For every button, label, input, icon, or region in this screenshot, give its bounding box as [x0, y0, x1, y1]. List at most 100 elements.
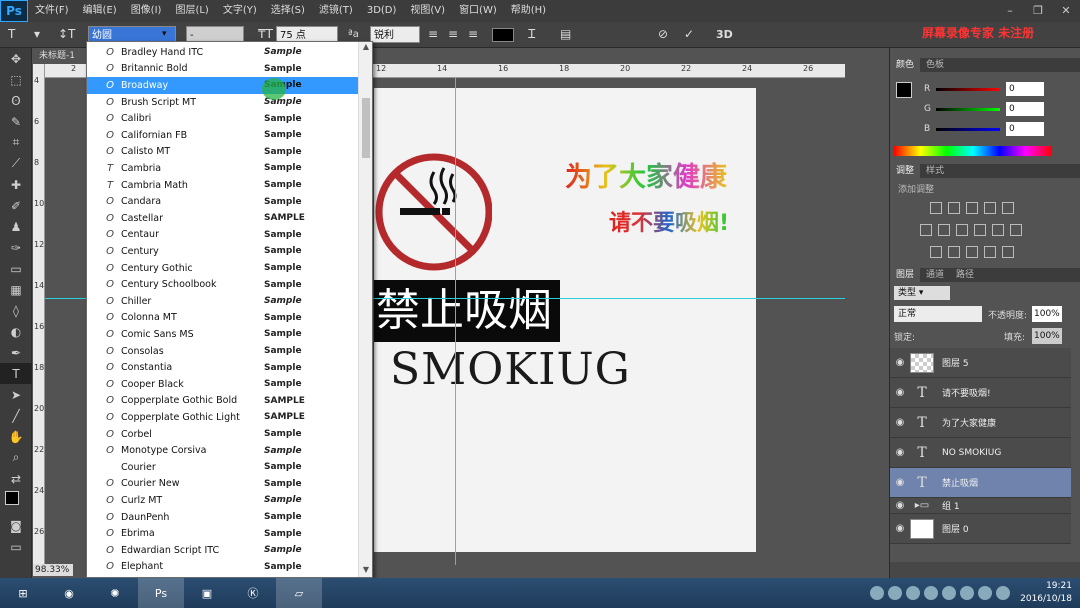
align-left-icon[interactable]: ≡	[428, 26, 438, 43]
dodge-tool-icon[interactable]: ◐	[0, 321, 32, 342]
layer-row[interactable]: ◉ T NO SMOKIUG	[890, 438, 1071, 468]
brightness-icon[interactable]	[930, 202, 942, 214]
font-list-item[interactable]: T Cambria Math Sample	[87, 177, 360, 194]
font-list-item[interactable]: O Century Sample	[87, 243, 360, 260]
scroll-up-icon[interactable]: ▲	[359, 42, 373, 54]
align-right-icon[interactable]: ≡	[468, 26, 478, 43]
font-list-item[interactable]: O Cooper Black Sample	[87, 376, 360, 393]
menu-item[interactable]: 文件(F)	[28, 0, 76, 22]
tab-channels[interactable]: 通道	[920, 268, 950, 282]
close-icon[interactable]: ✕	[1052, 0, 1080, 20]
curves-icon[interactable]	[966, 202, 978, 214]
menu-item[interactable]: 窗口(W)	[452, 0, 504, 22]
font-list-item[interactable]: O Copperplate Gothic Light SAMPLE	[87, 409, 360, 426]
blue-slider[interactable]: B 0	[924, 122, 1044, 136]
desktop-app-icon[interactable]: ▱	[276, 578, 322, 608]
swap-colors-icon[interactable]: ⇄	[0, 468, 32, 489]
lasso-tool-icon[interactable]: ʘ	[0, 90, 32, 111]
camera-app-icon[interactable]: ▣	[184, 578, 230, 608]
font-list-item[interactable]: O Britannic Bold Sample	[87, 61, 360, 78]
font-list-item[interactable]: O Ebrima Sample	[87, 525, 360, 542]
font-list-item[interactable]: O Century Gothic Sample	[87, 260, 360, 277]
chinese-title-text[interactable]: 禁止吸烟	[374, 280, 560, 342]
eraser-tool-icon[interactable]: ▭	[0, 258, 32, 279]
font-list-item[interactable]: O Century Schoolbook Sample	[87, 276, 360, 293]
clock[interactable]: 19:21 2016/10/18	[1020, 580, 1072, 606]
layer-filter-select[interactable]: 类型 ▾	[894, 286, 950, 300]
minimize-icon[interactable]: –	[996, 0, 1024, 20]
windows-start-icon[interactable]: ⊞	[0, 578, 46, 608]
tray-icon[interactable]	[888, 586, 902, 600]
menu-item[interactable]: 视图(V)	[403, 0, 452, 22]
tab-paths[interactable]: 路径	[950, 268, 980, 282]
font-list-item[interactable]: O Comic Sans MS Sample	[87, 326, 360, 343]
font-list-item[interactable]: Courier Sample	[87, 459, 360, 476]
font-list-item[interactable]: O Courier New Sample	[87, 476, 360, 493]
menu-item[interactable]: 图层(L)	[168, 0, 215, 22]
exposure-icon[interactable]	[984, 202, 996, 214]
font-list-item[interactable]: O DaunPenh Sample	[87, 509, 360, 526]
layer-row[interactable]: ◉ ▸▭ 组 1	[890, 498, 1071, 514]
menu-item[interactable]: 文字(Y)	[216, 0, 264, 22]
vibrance-icon[interactable]	[1002, 202, 1014, 214]
font-list-item[interactable]: O Constantia Sample	[87, 359, 360, 376]
bw-icon[interactable]	[956, 224, 968, 236]
tab-swatches[interactable]: 色板	[920, 58, 950, 72]
visibility-eye-icon[interactable]: ◉	[890, 417, 910, 428]
red-value[interactable]: 0	[1006, 82, 1044, 96]
layer-row[interactable]: ◉ T 为了大家健康	[890, 408, 1071, 438]
gradient-tool-icon[interactable]: ▦	[0, 279, 32, 300]
photo-filter-icon[interactable]	[974, 224, 986, 236]
layer-row[interactable]: ◉ 图层 5	[890, 348, 1071, 378]
font-list-item[interactable]: O Centaur Sample	[87, 227, 360, 244]
slogan-text-1[interactable]: 为了大家健康	[565, 155, 727, 194]
character-panel-icon[interactable]: ▤	[560, 26, 571, 43]
red-slider[interactable]: R 0	[924, 82, 1044, 96]
blur-tool-icon[interactable]: ◊	[0, 300, 32, 321]
tray-icon[interactable]	[978, 586, 992, 600]
restore-icon[interactable]: ❐	[1024, 0, 1052, 20]
scroll-thumb[interactable]	[362, 98, 370, 158]
visibility-eye-icon[interactable]: ◉	[890, 477, 910, 488]
screen-mode-icon[interactable]: ▭	[0, 536, 32, 557]
layer-row[interactable]: ◉ 图层 0	[890, 514, 1071, 544]
eyedropper-tool-icon[interactable]: ⟋	[0, 153, 32, 174]
font-list-item[interactable]: O Elephant Sample	[87, 559, 360, 576]
visibility-eye-icon[interactable]: ◉	[890, 447, 910, 458]
font-list-item[interactable]: T Cambria Sample	[87, 160, 360, 177]
path-select-tool-icon[interactable]: ➤	[0, 384, 32, 405]
blend-mode-select[interactable]: 正常	[894, 306, 982, 322]
layer-row[interactable]: ◉ T 禁止吸烟	[890, 468, 1071, 498]
font-list-item[interactable]: O Consolas Sample	[87, 343, 360, 360]
browser-icon[interactable]: ◉	[46, 578, 92, 608]
antialias-select[interactable]: 锐利	[370, 26, 420, 43]
font-list-item[interactable]: O Monotype Corsiva Sample	[87, 442, 360, 459]
visibility-eye-icon[interactable]: ◉	[890, 500, 910, 511]
color-spectrum-bar[interactable]	[894, 146, 1052, 156]
blue-value[interactable]: 0	[1006, 122, 1044, 136]
marquee-tool-icon[interactable]: ⬚	[0, 69, 32, 90]
font-list-item[interactable]: O Bradley Hand ITC Sample	[87, 44, 360, 61]
guide-vertical[interactable]	[455, 78, 456, 565]
scroll-down-icon[interactable]: ▼	[359, 565, 373, 577]
tab-layers[interactable]: 图层	[890, 268, 921, 282]
font-list-scrollbar[interactable]: ▲ ▼	[358, 42, 372, 577]
menu-item[interactable]: 帮助(H)	[504, 0, 553, 22]
levels-icon[interactable]	[948, 202, 960, 214]
foreground-color-swatch[interactable]	[5, 491, 19, 505]
tray-icon[interactable]	[960, 586, 974, 600]
healing-tool-icon[interactable]: ✚	[0, 174, 32, 195]
menu-item[interactable]: 选择(S)	[264, 0, 312, 22]
align-center-icon[interactable]: ≡	[448, 26, 458, 43]
selective-color-icon[interactable]	[984, 246, 996, 258]
visibility-eye-icon[interactable]: ◉	[890, 523, 910, 534]
menu-item[interactable]: 图像(I)	[124, 0, 169, 22]
font-list-item[interactable]: OBroadwaySample	[87, 77, 360, 94]
visibility-eye-icon[interactable]: ◉	[890, 357, 910, 368]
type-tool-icon[interactable]: T	[8, 26, 15, 43]
layer-row[interactable]: ◉ T 请不要吸烟!	[890, 378, 1071, 408]
text-color-swatch[interactable]	[492, 28, 514, 42]
text-orientation-icon[interactable]: ↕T	[58, 26, 75, 43]
font-list-item[interactable]: O Chiller Sample	[87, 293, 360, 310]
font-list-item[interactable]: O Corbel Sample	[87, 426, 360, 443]
